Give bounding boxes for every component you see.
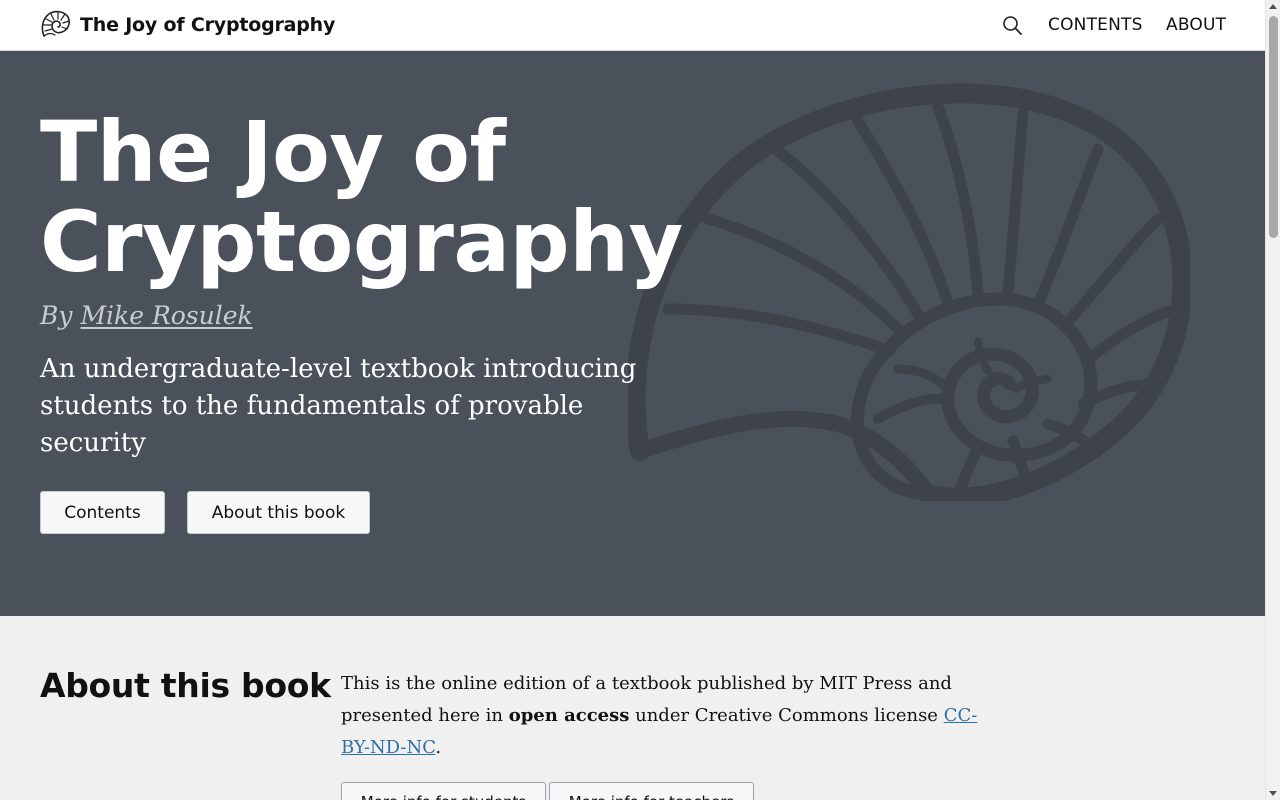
- nav-link-about[interactable]: ABOUT: [1166, 15, 1226, 35]
- page-scrollbar[interactable]: [1265, 0, 1280, 800]
- hero-section: The Joy of Cryptography By Mike Rosulek …: [0, 51, 1265, 616]
- more-info-teachers-button[interactable]: More info for teachers: [549, 782, 754, 800]
- more-info-students-button[interactable]: More info for students: [341, 782, 546, 800]
- contents-button[interactable]: Contents: [40, 491, 165, 534]
- hero-subtitle: An undergraduate-level textbook introduc…: [40, 354, 637, 458]
- nav-link-contents[interactable]: CONTENTS: [1048, 15, 1143, 35]
- about-section: About this book This is the online editi…: [0, 616, 1265, 800]
- hero-title-line-1: The Joy of: [40, 103, 506, 201]
- nautilus-shell-icon: [41, 10, 70, 37]
- hero-byline: By Mike Rosulek: [40, 301, 253, 330]
- page: The Joy of Cryptography CONTENTS ABOUT T…: [0, 0, 1265, 800]
- brand-title: The Joy of Cryptography: [80, 14, 336, 36]
- hero-title: The Joy of Cryptography: [40, 107, 683, 287]
- nautilus-shell-icon: [628, 83, 1190, 501]
- scroll-up-arrow-icon[interactable]: [1269, 4, 1277, 9]
- scroll-down-arrow-icon[interactable]: [1269, 791, 1277, 796]
- about-text-end: .: [435, 737, 442, 758]
- search-icon[interactable]: [1002, 15, 1023, 36]
- author-link[interactable]: Mike Rosulek: [80, 301, 252, 330]
- open-access-label: open access: [508, 705, 630, 726]
- brand-home-link[interactable]: The Joy of Cryptography: [39, 9, 335, 41]
- about-this-book-button[interactable]: About this book: [187, 491, 370, 534]
- byline-prefix: By: [40, 301, 81, 330]
- scrollbar-thumb[interactable]: [1269, 16, 1278, 238]
- about-text-part-2: under Creative Commons license: [629, 705, 944, 726]
- top-navbar: The Joy of Cryptography CONTENTS ABOUT: [0, 0, 1265, 51]
- about-heading: About this book: [40, 666, 331, 705]
- about-description: This is the online edition of a textbook…: [341, 668, 991, 764]
- hero-title-line-2: Cryptography: [40, 193, 683, 291]
